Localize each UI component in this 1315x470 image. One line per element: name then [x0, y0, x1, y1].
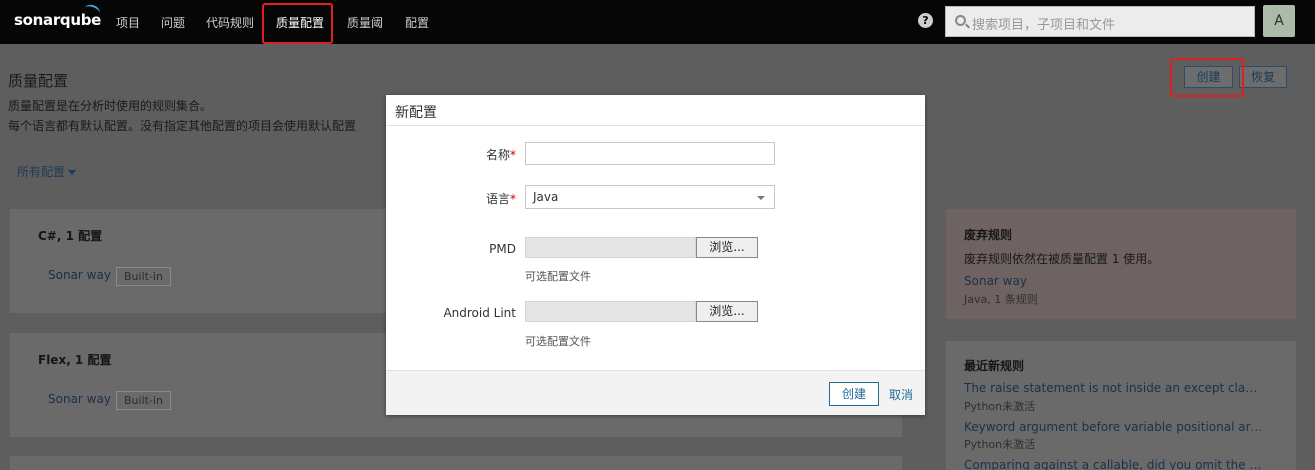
- help-icon[interactable]: ?: [918, 13, 933, 28]
- highlight-box-nav: [262, 3, 333, 44]
- language-select[interactable]: Java: [525, 185, 775, 209]
- android-lint-browse-button[interactable]: 浏览...: [696, 301, 758, 322]
- page-title: 质量配置: [8, 72, 69, 90]
- built-in-badge: Built-in: [116, 267, 171, 286]
- android-lint-file-field[interactable]: [525, 301, 696, 322]
- language-label: 语言*: [386, 190, 516, 207]
- search-icon: [955, 15, 966, 26]
- user-avatar[interactable]: A: [1263, 5, 1295, 37]
- pmd-hint: 可选配置文件: [525, 270, 591, 283]
- language-title: C#, 1 配置: [38, 229, 103, 243]
- page-description-1: 质量配置是在分析时使用的规则集合。: [8, 99, 213, 113]
- profile-link[interactable]: Sonar way: [48, 268, 111, 282]
- required-mark: *: [510, 192, 516, 206]
- language-panel-next: [10, 456, 902, 470]
- caret-down-icon: [68, 170, 77, 175]
- language-label-text: 语言: [485, 192, 510, 206]
- recent-rule-link[interactable]: Comparing against a callable, did you om…: [964, 458, 1264, 470]
- top-navigation-bar: sonarqube 项目 问题 代码规则 质量配置 质量阈 配置 ? 搜索项目，…: [0, 0, 1315, 44]
- pmd-file-field[interactable]: [525, 237, 696, 258]
- recent-rule-status: Python未激活: [964, 400, 1036, 413]
- filter-label: 所有配置: [17, 165, 66, 179]
- profile-link[interactable]: Sonar way: [48, 392, 111, 406]
- name-label-text: 名称: [485, 148, 510, 162]
- chevron-down-icon: [757, 196, 765, 200]
- sonarqube-logo[interactable]: sonarqube: [14, 2, 102, 29]
- nav-rules[interactable]: 代码规则: [206, 14, 254, 31]
- highlight-box-create: [1170, 58, 1244, 97]
- required-mark: *: [510, 148, 516, 162]
- search-placeholder: 搜索项目，子项目和文件: [972, 18, 1116, 33]
- deprecated-sub: Java, 1 条规则: [964, 293, 1038, 306]
- deprecated-title: 废弃规则: [964, 228, 1013, 242]
- pmd-browse-button[interactable]: 浏览...: [696, 237, 758, 258]
- language-title: Flex, 1 配置: [38, 353, 112, 367]
- page-description-2: 每个语言都有默认配置。没有指定其他配置的项目会使用默认配置: [8, 119, 357, 133]
- modal-title: 新配置: [395, 105, 437, 121]
- recent-rule-link[interactable]: Keyword argument before variable positio…: [964, 420, 1264, 434]
- profile-name-input[interactable]: [525, 142, 775, 165]
- nav-issues[interactable]: 问题: [161, 14, 185, 31]
- modal-create-button[interactable]: 创建: [829, 382, 879, 406]
- search-input[interactable]: 搜索项目，子项目和文件: [945, 6, 1255, 37]
- restore-profile-button[interactable]: 恢复: [1239, 66, 1287, 88]
- deprecated-text: 废弃规则依然在被质量配置 1 使用。: [964, 252, 1160, 266]
- language-selected-value: Java: [533, 190, 559, 204]
- nav-quality-gates[interactable]: 质量阈: [347, 14, 383, 31]
- name-label: 名称*: [386, 146, 516, 163]
- modal-cancel-link[interactable]: 取消: [889, 386, 913, 403]
- recent-title: 最近新规则: [964, 359, 1025, 373]
- modal-header: 新配置: [386, 95, 925, 126]
- recent-rule-link[interactable]: The raise statement is not inside an exc…: [964, 381, 1264, 395]
- nav-projects[interactable]: 项目: [116, 14, 140, 31]
- recent-rule-status: Python未激活: [964, 438, 1036, 451]
- pmd-label: PMD: [489, 242, 516, 256]
- built-in-badge: Built-in: [116, 391, 171, 410]
- modal-footer: 创建 取消: [386, 370, 925, 415]
- android-lint-hint: 可选配置文件: [525, 335, 591, 348]
- deprecated-rules-panel: 废弃规则 废弃规则依然在被质量配置 1 使用。 Sonar way Java, …: [946, 209, 1296, 319]
- new-profile-modal: 新配置 名称* 语言* Java PMD 浏览... 可选配置文件 Androi…: [386, 95, 925, 415]
- all-profiles-filter[interactable]: 所有配置: [17, 163, 77, 180]
- recent-rules-panel: 最近新规则 The raise statement is not inside …: [946, 341, 1296, 470]
- nav-settings[interactable]: 配置: [405, 14, 429, 31]
- deprecated-profile-link[interactable]: Sonar way: [964, 274, 1264, 288]
- android-lint-label: Android Lint: [443, 306, 516, 320]
